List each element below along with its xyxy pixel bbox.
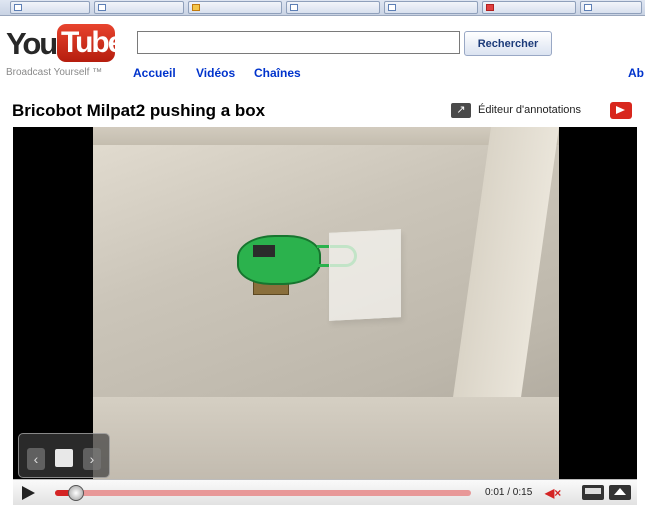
- logo-you-text: You: [6, 26, 58, 61]
- search-button[interactable]: Rechercher: [464, 31, 552, 56]
- player-controls: 0:01 / 0:15 ◀×: [13, 479, 637, 505]
- window-icon: [584, 4, 592, 11]
- nav-abonnements[interactable]: Ab: [628, 66, 644, 80]
- video-title: Bricobot Milpat2 pushing a box: [12, 101, 266, 120]
- taskbar-item[interactable]: [10, 1, 90, 14]
- window-icon: [98, 4, 106, 11]
- chevron-right-icon[interactable]: ›: [83, 448, 101, 470]
- taskbar-item[interactable]: [580, 1, 642, 14]
- annotations-toggle-icon[interactable]: [610, 102, 632, 119]
- youtube-logo[interactable]: You Tube: [6, 24, 124, 64]
- muted-speaker-icon[interactable]: ◀×: [545, 486, 561, 500]
- time-display: 0:01 / 0:15: [485, 487, 533, 498]
- robot-board: [237, 235, 321, 285]
- fullscreen-icon[interactable]: [609, 485, 631, 500]
- nav-chaines[interactable]: Chaînes: [254, 66, 301, 80]
- box-wall-bottom: [93, 397, 559, 479]
- folder-icon: [192, 4, 200, 11]
- progress-buffered: [55, 490, 471, 496]
- arrow-up-right-icon[interactable]: ↗: [451, 103, 471, 118]
- scrubber-handle[interactable]: [67, 485, 84, 501]
- search-input[interactable]: [137, 31, 460, 54]
- plastic-box: [329, 229, 401, 321]
- chevron-left-icon[interactable]: ‹: [27, 448, 45, 470]
- taskbar-item[interactable]: [482, 1, 576, 14]
- browser-taskbar: [0, 0, 645, 16]
- overlay-nav-widget: ‹ ›: [18, 433, 110, 478]
- taskbar-item[interactable]: [286, 1, 380, 14]
- widescreen-icon[interactable]: [582, 485, 604, 500]
- annotations-editor-link[interactable]: Éditeur d'annotations: [478, 104, 581, 116]
- window-icon: [388, 4, 396, 11]
- taskbar-item[interactable]: [94, 1, 184, 14]
- window-icon: [14, 4, 22, 11]
- taskbar-item[interactable]: [188, 1, 282, 14]
- video-player[interactable]: [13, 127, 637, 479]
- nav-videos[interactable]: Vidéos: [196, 66, 235, 80]
- play-icon[interactable]: [22, 486, 35, 500]
- nav-accueil[interactable]: Accueil: [133, 66, 176, 80]
- taskbar-item[interactable]: [384, 1, 478, 14]
- video-frame: [93, 127, 559, 479]
- tagline: Broadcast Yourself ™: [6, 67, 103, 78]
- browser-icon: [486, 4, 494, 11]
- progress-bar[interactable]: [55, 485, 471, 501]
- robot-chip: [253, 245, 275, 257]
- window-icon: [290, 4, 298, 11]
- page-add-icon[interactable]: [55, 449, 73, 467]
- logo-tube-badge: Tube: [57, 24, 124, 62]
- logo-tube-text: Tube: [61, 26, 124, 59]
